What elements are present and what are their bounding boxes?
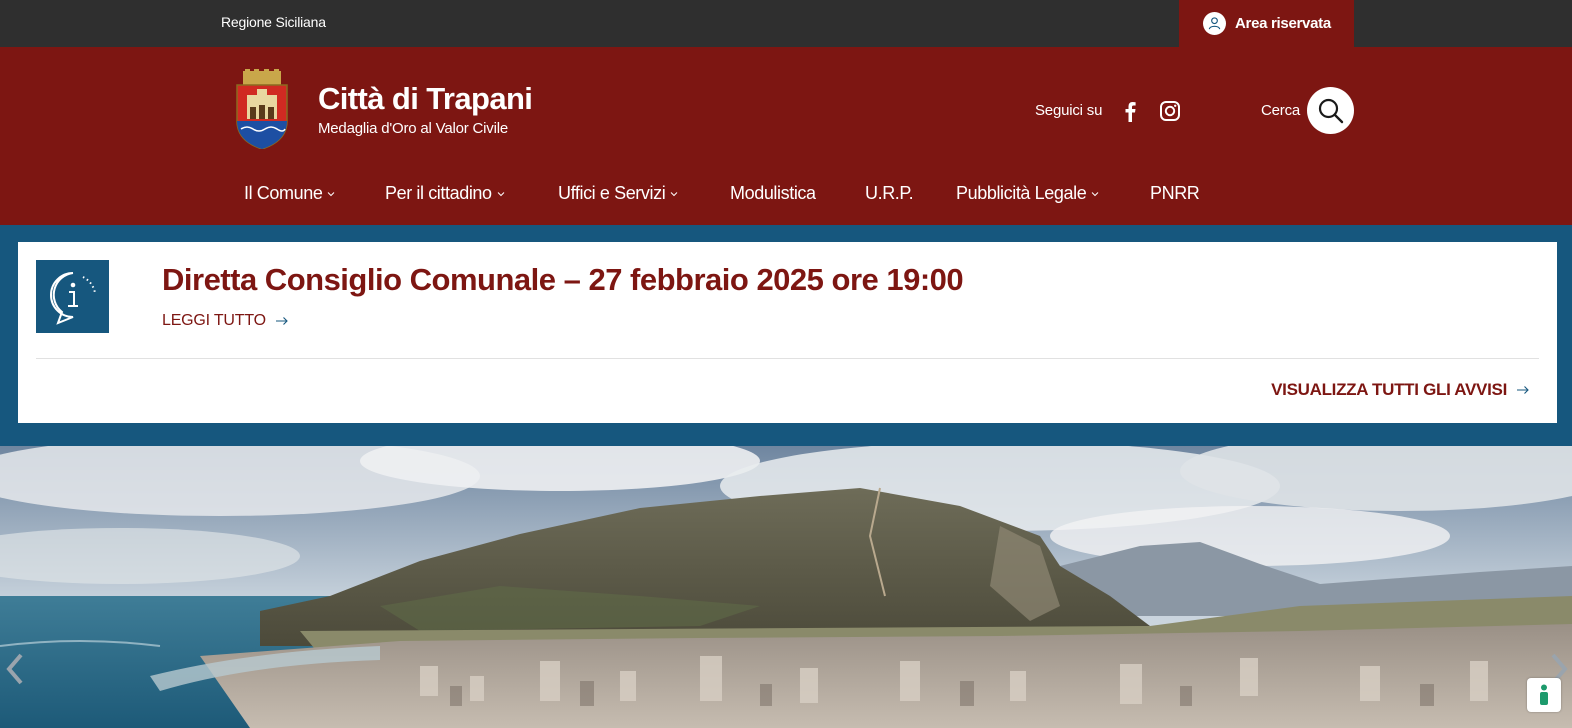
nav-item-label: Modulistica xyxy=(730,183,816,203)
divider xyxy=(36,358,1539,359)
read-more-link[interactable]: LEGGI TUTTO xyxy=(162,312,289,330)
chevron-down-icon xyxy=(328,191,335,196)
accessibility-icon xyxy=(1540,684,1548,705)
nav-item-per-il-cittadino[interactable]: Per il cittadino xyxy=(385,183,505,204)
chevron-left-icon xyxy=(6,653,23,685)
search-button[interactable] xyxy=(1307,87,1354,134)
info-speech-bubble-icon xyxy=(36,260,109,333)
arrow-right-icon xyxy=(275,317,288,325)
nav-item-label: Il Comune xyxy=(244,183,323,203)
reserved-area-button[interactable]: Area riservata xyxy=(1179,0,1354,47)
user-icon xyxy=(1203,12,1226,35)
chevron-down-icon xyxy=(1091,191,1099,196)
facebook-icon[interactable] xyxy=(1121,100,1139,122)
alert-section: Diretta Consiglio Comunale – 27 febbraio… xyxy=(0,225,1572,446)
instagram-icon[interactable] xyxy=(1159,100,1181,122)
view-all-label: VISUALIZZA TUTTI GLI AVVISI xyxy=(1271,380,1507,399)
coat-of-arms-logo[interactable] xyxy=(233,69,291,150)
chevron-down-icon xyxy=(670,191,678,196)
social-label: Seguici su xyxy=(1035,102,1103,119)
read-more-label: LEGGI TUTTO xyxy=(162,312,266,329)
search-label: Cerca xyxy=(1261,102,1301,119)
alert-title[interactable]: Diretta Consiglio Comunale – 27 febbraio… xyxy=(162,262,964,298)
hero-carousel xyxy=(0,446,1572,728)
site-title[interactable]: Città di Trapani xyxy=(318,81,533,117)
site-header: Città di Trapani Medaglia d'Oro al Valor… xyxy=(0,47,1572,225)
alert-card: Diretta Consiglio Comunale – 27 febbraio… xyxy=(18,242,1557,423)
arrow-right-icon xyxy=(1517,386,1529,394)
search-icon xyxy=(1318,98,1343,123)
nav-item-urp[interactable]: U.R.P. xyxy=(865,183,914,204)
nav-item-pubblicita-legale[interactable]: Pubblicità Legale xyxy=(956,183,1099,204)
view-all-notices-link[interactable]: VISUALIZZA TUTTI GLI AVVISI xyxy=(1271,380,1530,400)
nav-item-label: Per il cittadino xyxy=(385,183,492,203)
region-link[interactable]: Regione Siciliana xyxy=(221,14,326,30)
nav-item-label: PNRR xyxy=(1150,183,1200,203)
carousel-prev-button[interactable] xyxy=(4,652,26,686)
nav-item-label: U.R.P. xyxy=(865,183,914,203)
reserved-area-label: Area riservata xyxy=(1235,15,1331,32)
hero-landscape-image xyxy=(0,446,1572,728)
nav-item-pnrr[interactable]: PNRR xyxy=(1150,183,1200,204)
top-bar: Regione Siciliana Area riservata xyxy=(0,0,1572,47)
nav-item-label: Pubblicità Legale xyxy=(956,183,1087,203)
nav-item-label: Uffici e Servizi xyxy=(558,183,666,203)
accessibility-button[interactable] xyxy=(1527,678,1561,712)
nav-item-modulistica[interactable]: Modulistica xyxy=(730,183,816,204)
chevron-down-icon xyxy=(497,191,505,196)
site-subtitle: Medaglia d'Oro al Valor Civile xyxy=(318,120,509,137)
nav-item-uffici-e-servizi[interactable]: Uffici e Servizi xyxy=(558,183,678,204)
main-navigation: Il Comune Per il cittadino Uffici e Serv… xyxy=(0,165,1572,225)
nav-item-il-comune[interactable]: Il Comune xyxy=(244,183,335,204)
